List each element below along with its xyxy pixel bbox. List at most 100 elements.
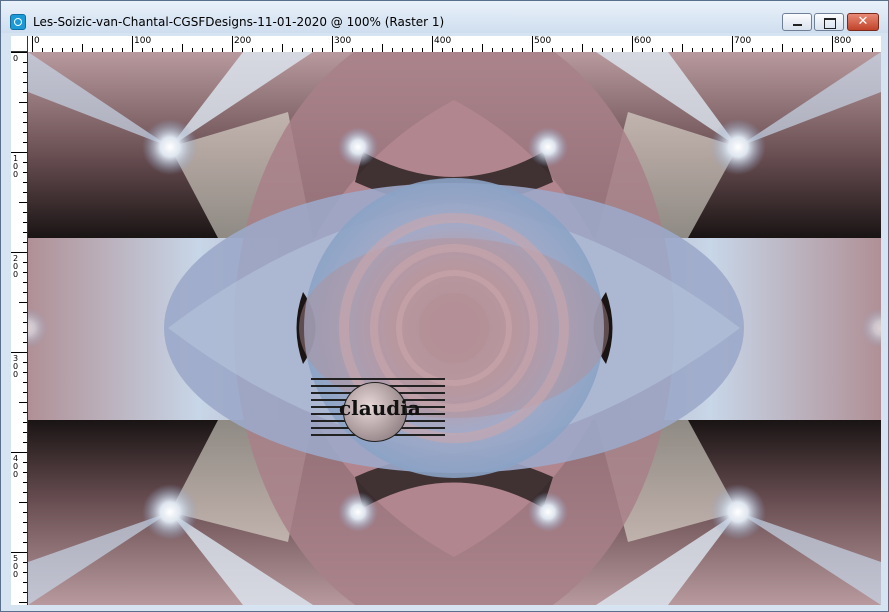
ruler-tick xyxy=(19,102,27,103)
ruler-tick xyxy=(23,422,27,423)
ruler-tick xyxy=(23,262,27,263)
ruler-tick xyxy=(23,332,27,333)
ruler-tick xyxy=(23,472,27,473)
ruler-tick xyxy=(23,382,27,383)
ruler-tick xyxy=(23,122,27,123)
ruler-tick xyxy=(232,36,233,52)
ruler-tick xyxy=(23,292,27,293)
ruler-tick xyxy=(23,532,27,533)
ruler-label: 1 0 0 xyxy=(13,154,19,179)
image-canvas[interactable]: claudia xyxy=(28,52,881,605)
close-icon: ✕ xyxy=(857,14,869,29)
ruler-tick xyxy=(19,202,27,203)
ruler-tick xyxy=(11,52,27,53)
ruler-label: 200 xyxy=(234,36,252,46)
ruler-tick xyxy=(23,372,27,373)
title-bar[interactable]: Les-Soizic-van-Chantal-CGSFDesigns-11-01… xyxy=(1,1,888,33)
ruler-tick xyxy=(23,362,27,363)
ruler-tick xyxy=(11,552,27,553)
ruler-tick xyxy=(23,232,27,233)
ruler-tick xyxy=(132,36,133,52)
ruler-tick xyxy=(23,392,27,393)
ruler-label: 700 xyxy=(734,36,752,46)
ruler-tick xyxy=(23,62,27,63)
ruler-tick xyxy=(23,512,27,513)
maximize-icon xyxy=(824,18,836,29)
ruler-label: 0 xyxy=(34,36,40,46)
ruler-tick xyxy=(11,252,27,253)
ruler-tick xyxy=(19,502,27,503)
ruler-tick xyxy=(23,222,27,223)
ruler-tick xyxy=(532,36,533,52)
ruler-tick xyxy=(23,142,27,143)
ruler-tick xyxy=(382,44,383,52)
ruler-tick xyxy=(32,36,33,52)
ruler-tick xyxy=(582,44,583,52)
ruler-label: 400 xyxy=(434,36,452,46)
ruler-tick xyxy=(23,72,27,73)
ruler-tick xyxy=(182,44,183,52)
ruler-label: 4 0 0 xyxy=(13,454,19,479)
ruler-tick xyxy=(332,36,333,52)
ruler-tick xyxy=(23,462,27,463)
close-button[interactable]: ✕ xyxy=(847,13,879,31)
ruler-label: 300 xyxy=(334,36,352,46)
ruler-tick xyxy=(682,44,683,52)
ruler-tick xyxy=(23,582,27,583)
ruler-tick xyxy=(23,182,27,183)
ruler-tick xyxy=(11,452,27,453)
ruler-label: 800 xyxy=(834,36,852,46)
ruler-label: 3 0 0 xyxy=(13,354,19,379)
ruler-tick xyxy=(23,342,27,343)
ruler-tick xyxy=(23,522,27,523)
ruler-tick xyxy=(23,272,27,273)
ruler-tick xyxy=(23,442,27,443)
ruler-tick xyxy=(23,482,27,483)
ruler-tick xyxy=(432,36,433,52)
watermark-text: claudia xyxy=(339,396,421,420)
ruler-tick xyxy=(11,152,27,153)
ruler-corner xyxy=(11,36,28,52)
ruler-tick xyxy=(19,302,27,303)
ruler-tick xyxy=(23,592,27,593)
ruler-tick xyxy=(23,322,27,323)
ruler-tick xyxy=(23,282,27,283)
ruler-tick xyxy=(11,352,27,353)
ruler-tick xyxy=(23,172,27,173)
minimize-icon xyxy=(793,24,802,26)
ruler-tick xyxy=(832,36,833,52)
ruler-tick xyxy=(23,492,27,493)
ruler-label: 500 xyxy=(534,36,552,46)
ruler-tick xyxy=(23,92,27,93)
ruler-tick xyxy=(82,44,83,52)
ruler-label: 100 xyxy=(134,36,152,46)
ruler-tick xyxy=(23,312,27,313)
horizontal-ruler[interactable]: 0 100 200 300 400 500 600 700 800 xyxy=(28,36,881,53)
ruler-label: 5 0 0 xyxy=(13,554,19,579)
ruler-tick xyxy=(23,82,27,83)
ruler-label: 0 xyxy=(13,54,19,63)
ruler-tick xyxy=(23,132,27,133)
maximize-button[interactable] xyxy=(814,13,844,31)
ruler-tick xyxy=(23,242,27,243)
ruler-tick xyxy=(23,562,27,563)
watermark-logo: claudia xyxy=(311,376,445,442)
ruler-tick xyxy=(19,602,27,603)
ruler-tick xyxy=(23,192,27,193)
window-title: Les-Soizic-van-Chantal-CGSFDesigns-11-01… xyxy=(33,15,445,29)
artwork xyxy=(28,52,881,605)
ruler-tick xyxy=(732,36,733,52)
vertical-ruler[interactable]: 0 1 0 0 2 0 0 3 0 0 4 0 0 5 0 0 xyxy=(11,52,28,605)
ruler-tick xyxy=(23,212,27,213)
ruler-tick xyxy=(23,112,27,113)
ruler-tick xyxy=(632,36,633,52)
ruler-tick xyxy=(23,162,27,163)
ruler-tick xyxy=(482,44,483,52)
app-icon[interactable] xyxy=(10,14,26,30)
minimize-button[interactable] xyxy=(782,13,812,31)
ruler-label: 2 0 0 xyxy=(13,254,19,279)
image-window: Les-Soizic-van-Chantal-CGSFDesigns-11-01… xyxy=(0,0,889,612)
ruler-tick xyxy=(23,572,27,573)
ruler-tick xyxy=(282,44,283,52)
ruler-tick xyxy=(19,402,27,403)
